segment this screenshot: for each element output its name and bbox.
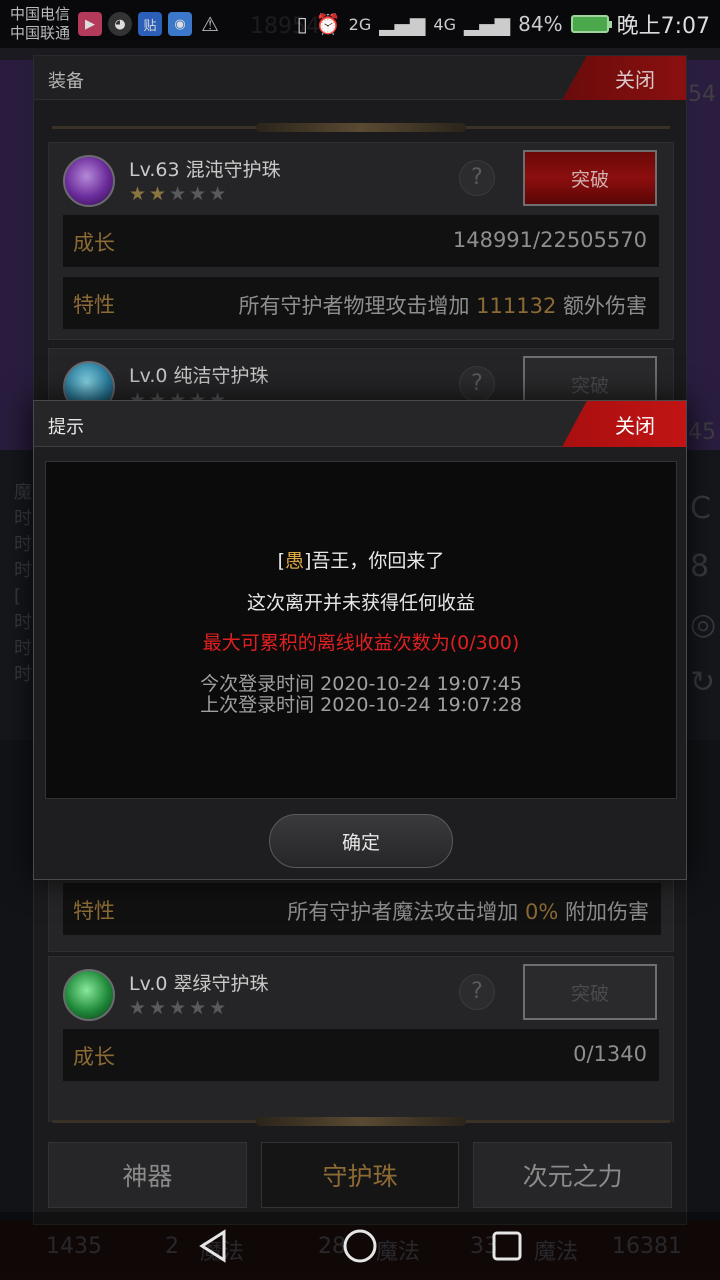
dialog-header: 提示 关闭 xyxy=(34,401,686,447)
bg-left-list: 魔时时时[时时时 xyxy=(14,482,32,685)
dialog-close-button[interactable]: 关闭 xyxy=(562,401,686,447)
orb-card: Lv.0 翠绿守护珠 ★★★★★ ? 突破 成长 0/1340 xyxy=(48,956,674,1122)
trait-row: 特性 所有守护者魔法攻击增加 0% 附加伤害 xyxy=(63,883,661,935)
trait-label: 特性 xyxy=(73,899,115,923)
offline-limit-line: 最大可累积的离线收益次数为(0/300) xyxy=(202,632,520,654)
notification-icons: ▶ ◕ 贴 ◉ ⚠ xyxy=(78,12,222,36)
dialog-title: 提示 xyxy=(48,417,84,438)
chaos-orb-icon xyxy=(63,155,115,207)
close-button[interactable]: 关闭 xyxy=(562,56,686,100)
star-rating: ★★★★★ xyxy=(129,997,230,1019)
orb-name: Lv.0 翠绿守护珠 xyxy=(129,973,269,995)
growth-row: 成长 148991/22505570 xyxy=(63,215,659,267)
ornament-divider xyxy=(52,123,670,132)
status-bar: 中国电信 中国联通 ▶ ◕ 贴 ◉ ⚠ ▯ ⏰ 2G ▂▄▆ 4G ▂▄▆ 84… xyxy=(0,0,720,48)
orb-name: Lv.63 混沌守护珠 xyxy=(129,159,281,181)
alarm-icon: ⏰ xyxy=(315,12,341,36)
trait-label: 特性 xyxy=(73,293,115,317)
orb-header: Lv.0 翠绿守护珠 ★★★★★ ? 突破 xyxy=(49,957,673,1029)
emerald-orb-icon xyxy=(63,969,115,1021)
confirm-button[interactable]: 确定 xyxy=(269,814,453,868)
bg-right-icons: C 8 ◎ ↻ xyxy=(690,491,717,700)
carrier-info: 中国电信 中国联通 xyxy=(10,5,70,43)
help-icon[interactable]: ? xyxy=(459,366,495,402)
close-label: 关闭 xyxy=(615,67,655,92)
panel-title: 装备 xyxy=(48,71,84,92)
warning-icon: ⚠ xyxy=(201,12,219,36)
trait-value: 所有守护者魔法攻击增加 0% 附加伤害 xyxy=(287,900,649,924)
bg-right-number: 45 xyxy=(688,420,716,445)
orb-header: Lv.63 混沌守护珠 ★★★★★ ? 突破 xyxy=(49,143,673,215)
youku-icon: ▶ xyxy=(78,12,103,36)
battery-icon xyxy=(570,15,612,33)
break-button[interactable]: 突破 xyxy=(523,150,657,206)
growth-row: 成长 0/1340 xyxy=(63,1029,659,1081)
offline-rewards-dialog: 提示 关闭 [愚]吾王，你回来了 这次离开并未获得任何收益 最大可累积的离线收益… xyxy=(33,400,687,880)
signal-icon: ▂▄▆ xyxy=(379,12,426,36)
ornament-divider xyxy=(52,1117,670,1126)
network-4g: 4G xyxy=(433,14,456,34)
tab-artifact[interactable]: 神器 xyxy=(48,1142,247,1208)
weibo-icon: ◉ xyxy=(168,12,193,36)
home-icon[interactable] xyxy=(338,1224,382,1268)
battery-percent: 84% xyxy=(518,12,563,36)
clock: 晚上7:07 xyxy=(616,14,710,39)
status-right: ▯ ⏰ 2G ▂▄▆ 4G ▂▄▆ 84% 晚上7:07 xyxy=(297,8,710,40)
growth-value: 0/1340 xyxy=(573,1042,647,1066)
dialog-message-box: [愚]吾王，你回来了 这次离开并未获得任何收益 最大可累积的离线收益次数为(0/… xyxy=(45,461,677,799)
last-login-time: 上次登录时间 2020-10-24 19:07:28 xyxy=(200,694,522,716)
vibrate-icon: ▯ xyxy=(296,12,308,36)
star-rating: ★★★★★ xyxy=(129,183,230,205)
help-icon[interactable]: ? xyxy=(459,160,495,196)
tab-dimension-power[interactable]: 次元之力 xyxy=(473,1142,673,1208)
close-label: 关闭 xyxy=(615,413,655,438)
growth-label: 成长 xyxy=(73,231,115,255)
trait-row: 特性 所有守护者物理攻击增加 111132 额外伤害 xyxy=(63,277,659,329)
orb-name: Lv.0 纯洁守护珠 xyxy=(129,365,269,387)
greeting-line: [愚]吾王，你回来了 xyxy=(277,550,445,572)
bg-right-number: 54 xyxy=(688,82,716,107)
qq-icon: ◕ xyxy=(108,12,133,36)
carrier-2: 中国联通 xyxy=(10,24,71,42)
signal-icon: ▂▄▆ xyxy=(463,12,511,36)
equipment-header: 装备 关闭 xyxy=(34,56,686,100)
recent-apps-icon[interactable] xyxy=(485,1224,529,1268)
equipment-tabs: 神器 守护珠 次元之力 xyxy=(48,1142,673,1208)
network-2g: 2G xyxy=(348,14,372,34)
trait-value: 所有守护者物理攻击增加 111132 额外伤害 xyxy=(238,294,647,318)
break-button[interactable]: 突破 xyxy=(523,964,657,1020)
system-nav-bar xyxy=(0,1212,720,1280)
tab-guardian-orb[interactable]: 守护珠 xyxy=(260,1142,460,1208)
carrier-1: 中国电信 xyxy=(10,5,71,23)
tieba-icon: 贴 xyxy=(138,12,163,36)
orb-card: Lv.63 混沌守护珠 ★★★★★ ? 突破 成长 148991/2250557… xyxy=(48,142,674,340)
no-reward-line: 这次离开并未获得任何收益 xyxy=(246,592,475,614)
help-icon[interactable]: ? xyxy=(459,974,495,1010)
growth-label: 成长 xyxy=(73,1045,115,1069)
back-icon[interactable] xyxy=(191,1224,235,1268)
growth-value: 148991/22505570 xyxy=(452,228,647,252)
